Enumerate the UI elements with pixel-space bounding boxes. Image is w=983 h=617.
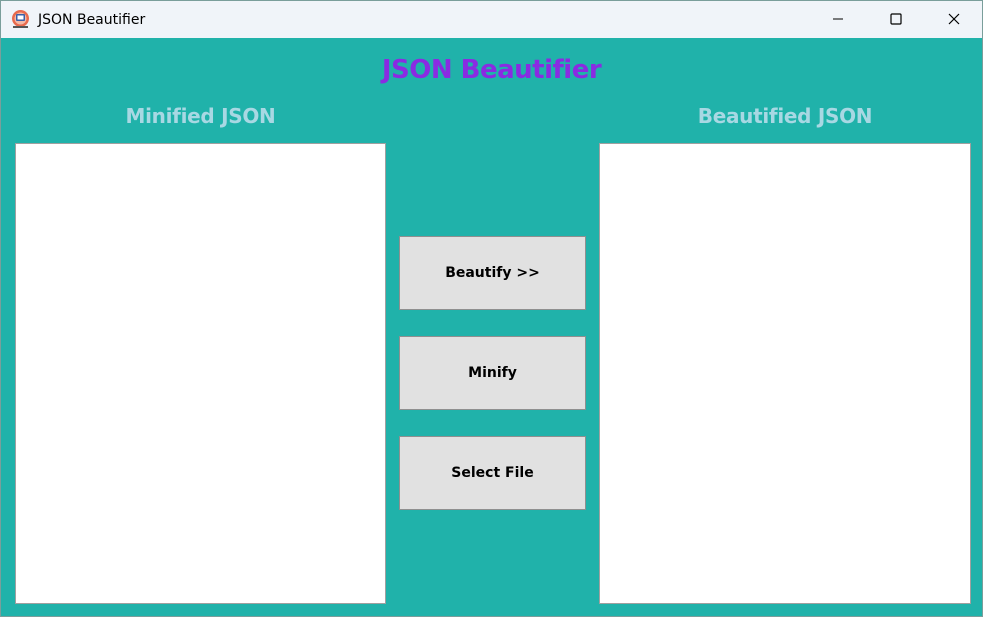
app-icon (10, 9, 31, 30)
minified-json-input[interactable] (15, 143, 386, 604)
select-file-button[interactable]: Select File (399, 436, 586, 510)
minimize-button[interactable] (809, 1, 867, 38)
close-icon (948, 10, 960, 29)
maximize-icon (890, 10, 902, 29)
beautified-json-output[interactable] (599, 143, 971, 604)
title-bar[interactable]: JSON Beautifier (1, 1, 982, 38)
close-button[interactable] (925, 1, 983, 38)
minify-button[interactable]: Minify (399, 336, 586, 410)
window-title: JSON Beautifier (38, 12, 146, 28)
app-window: JSON Beautifier JSON Beautifier Minified… (0, 0, 983, 617)
beautify-button[interactable]: Beautify >> (399, 236, 586, 310)
minified-json-label: Minified JSON (125, 104, 276, 128)
minimize-icon (832, 10, 844, 29)
page-title: JSON Beautifier (381, 55, 602, 85)
maximize-button[interactable] (867, 1, 925, 38)
beautified-json-label: Beautified JSON (697, 104, 873, 128)
